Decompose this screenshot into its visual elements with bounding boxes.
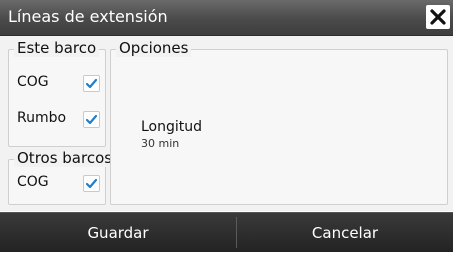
own-vessel-heading-checkbox[interactable] (83, 111, 100, 128)
checkmark-icon (85, 178, 98, 189)
own-vessel-heading-row[interactable]: Rumbo (9, 110, 105, 130)
other-vessels-cog-label: COG (17, 174, 49, 190)
length-option[interactable]: Longitud 30 min (111, 110, 447, 160)
length-label: Longitud (141, 119, 203, 135)
options-legend: Opciones (116, 39, 192, 57)
other-vessels-group: Otros barcos COG (8, 149, 116, 205)
other-vessels-legend: Otros barcos (14, 149, 116, 167)
own-vessel-heading-label: Rumbo (17, 110, 67, 126)
checkmark-icon (85, 114, 98, 125)
checkmark-icon (85, 78, 98, 89)
own-vessel-legend: Este barco (14, 39, 100, 57)
dialog-titlebar: Líneas de extensión (0, 0, 453, 36)
own-vessel-cog-row[interactable]: COG (9, 74, 105, 94)
close-icon (430, 9, 446, 25)
options-group: Opciones Longitud 30 min (110, 39, 448, 205)
other-vessels-cog-checkbox[interactable] (83, 175, 100, 192)
close-button[interactable] (426, 5, 450, 29)
dialog-title: Líneas de extensión (8, 7, 168, 26)
own-vessel-cog-label: COG (17, 74, 49, 90)
length-value: 30 min (141, 137, 180, 150)
other-vessels-cog-row[interactable]: COG (9, 174, 105, 194)
own-vessel-cog-checkbox[interactable] (83, 75, 100, 92)
dialog-content: Este barco COG Rumbo Otros barcos COG Op… (0, 36, 453, 211)
dialog-footer: Guardar Cancelar (0, 212, 453, 252)
save-button[interactable]: Guardar (0, 213, 236, 252)
own-vessel-group: Este barco COG Rumbo (8, 39, 106, 147)
cancel-button[interactable]: Cancelar (237, 213, 453, 252)
